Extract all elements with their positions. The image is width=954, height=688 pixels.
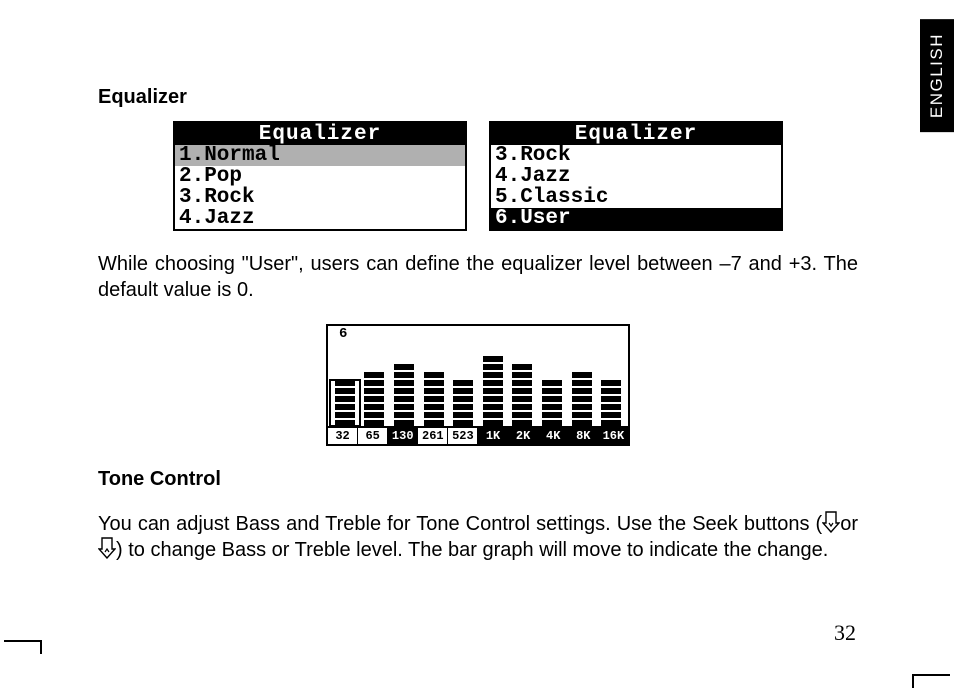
- lcd-row: 4.Jazz: [175, 208, 465, 229]
- lcd-row: 3.Rock: [491, 145, 781, 166]
- eq-columns: [328, 342, 628, 428]
- eq-band-label: 16K: [599, 428, 628, 444]
- eq-band: [478, 356, 508, 426]
- lcd-screen-left: Equalizer 1.Normal 2.Pop 3.Rock 4.Jazz: [173, 121, 467, 231]
- eq-band-label: 523: [448, 428, 478, 444]
- lcd-row: 3.Rock: [175, 187, 465, 208]
- eq-band: [419, 372, 449, 426]
- eq-band: [360, 372, 390, 426]
- eq-band: [330, 380, 360, 426]
- text: ) to change Bass or Treble level. The ba…: [116, 539, 828, 561]
- eq-band-label: 2K: [509, 428, 539, 444]
- lcd-row: 4.Jazz: [491, 166, 781, 187]
- eq-current-level: 6: [328, 326, 628, 342]
- eq-band: [567, 372, 597, 426]
- eq-band-label: 261: [418, 428, 448, 444]
- eq-band: [596, 380, 626, 426]
- lcd-title: Equalizer: [175, 123, 465, 145]
- eq-band-label: 65: [358, 428, 388, 444]
- equalizer-graph: 6 32651302615231K2K4K8K16K: [326, 324, 630, 446]
- eq-band: [508, 364, 538, 426]
- lcd-screen-right: Equalizer 3.Rock 4.Jazz 5.Classic 6.User: [489, 121, 783, 231]
- eq-band: [537, 380, 567, 426]
- crop-mark: [4, 640, 48, 664]
- eq-band-label: 1K: [478, 428, 508, 444]
- equalizer-body: While choosing "User", users can define …: [98, 251, 858, 304]
- lcd-row: 2.Pop: [175, 166, 465, 187]
- lcd-title: Equalizer: [491, 123, 781, 145]
- eq-band-label: 8K: [569, 428, 599, 444]
- seek-down-icon: [822, 511, 840, 533]
- language-tab: ENGLISH: [920, 19, 954, 132]
- eq-band-label: 32: [328, 428, 358, 444]
- page-number: 32: [834, 620, 856, 646]
- crop-mark: [906, 652, 950, 676]
- equalizer-screens: Equalizer 1.Normal 2.Pop 3.Rock 4.Jazz E…: [98, 121, 858, 231]
- lcd-row: 1.Normal: [175, 145, 465, 166]
- text: You can adjust Bass and Treble for Tone …: [98, 513, 822, 535]
- page-content: Equalizer Equalizer 1.Normal 2.Pop 3.Roc…: [98, 86, 858, 584]
- lcd-row: 5.Classic: [491, 187, 781, 208]
- seek-up-icon: [98, 537, 116, 559]
- equalizer-heading: Equalizer: [98, 86, 858, 109]
- eq-band: [389, 364, 419, 426]
- text: or: [840, 513, 858, 535]
- eq-band-label: 130: [388, 428, 418, 444]
- lcd-row: 6.User: [491, 208, 781, 229]
- eq-band-labels: 32651302615231K2K4K8K16K: [328, 428, 628, 444]
- eq-band-label: 4K: [539, 428, 569, 444]
- tone-control-heading: Tone Control: [98, 468, 858, 491]
- eq-band: [448, 380, 478, 426]
- tone-control-body: You can adjust Bass and Treble for Tone …: [98, 511, 858, 564]
